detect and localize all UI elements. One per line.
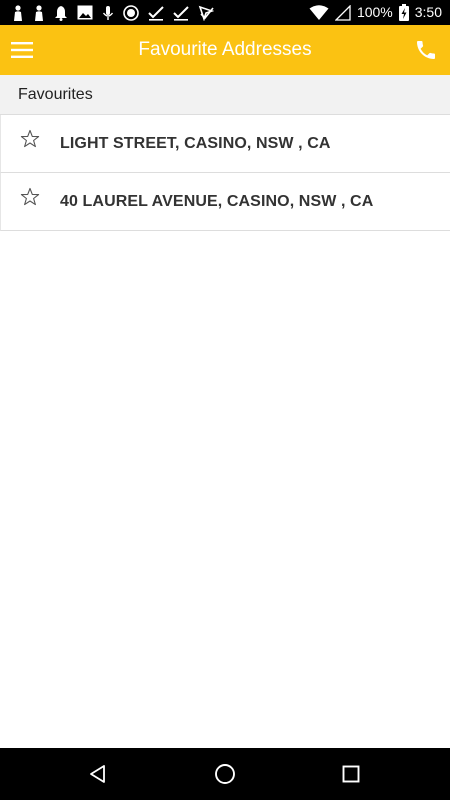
recents-button[interactable] [321, 748, 381, 800]
battery-percent: 100% [356, 4, 393, 20]
favourites-header: Favourites [0, 75, 450, 115]
address-label: LIGHT STREET, CASINO, NSW , CA [60, 135, 331, 152]
hamburger-menu-icon [11, 42, 33, 58]
wifi-icon [309, 4, 329, 20]
screen: 100% 3:50 Favourite Addresses Favourites [0, 0, 450, 800]
cell-signal-icon [334, 4, 351, 21]
battery-charging-icon [398, 4, 409, 21]
app-bar: Favourite Addresses [0, 25, 450, 75]
person-icon [35, 4, 43, 21]
recents-icon [342, 765, 360, 783]
clock: 3:50 [414, 4, 442, 20]
list-item[interactable]: LIGHT STREET, CASINO, NSW , CA [0, 115, 450, 173]
bell-icon [55, 5, 67, 21]
status-bar: 100% 3:50 [0, 0, 450, 25]
page-title: Favourite Addresses [138, 39, 312, 60]
person-icon [14, 4, 22, 21]
phone-icon [417, 41, 435, 59]
mic-icon [102, 5, 114, 20]
back-icon [90, 765, 105, 783]
home-button[interactable] [195, 748, 255, 800]
home-icon [215, 764, 235, 784]
back-button[interactable] [68, 748, 128, 800]
send-icon [198, 5, 214, 21]
star-outline-icon[interactable] [20, 129, 40, 149]
favourites-header-label: Favourites [18, 86, 93, 103]
menu-button[interactable] [0, 25, 44, 75]
record-icon [123, 4, 139, 21]
star-outline-icon[interactable] [20, 187, 40, 207]
check-icon [173, 5, 189, 21]
favourites-list: LIGHT STREET, CASINO, NSW , CA 40 LAUREL… [0, 115, 450, 231]
check-icon [148, 5, 164, 21]
system-nav-bar [0, 748, 450, 800]
call-button[interactable] [402, 25, 450, 75]
image-icon [77, 5, 93, 20]
notification-icons [12, 4, 214, 21]
address-label: 40 LAUREL AVENUE, CASINO, NSW , CA [60, 193, 374, 210]
list-item[interactable]: 40 LAUREL AVENUE, CASINO, NSW , CA [0, 173, 450, 231]
